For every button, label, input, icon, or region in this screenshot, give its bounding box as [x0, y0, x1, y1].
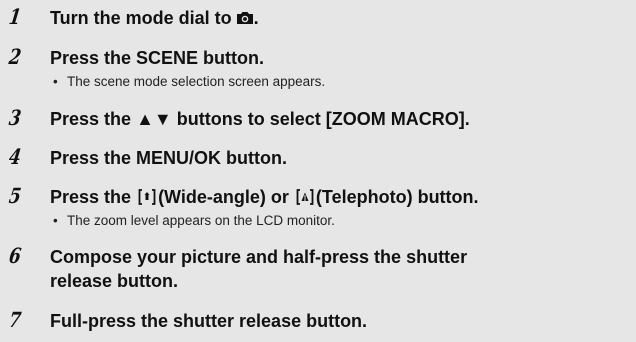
step-number: 7 [7, 307, 23, 332]
step-note: • The scene mode selection screen appears… [53, 74, 326, 89]
step-text: Press the MENU/OK button. [50, 148, 288, 168]
step-number: 3 [7, 105, 23, 130]
step-text: Full-press the shutter release button. [50, 311, 368, 331]
step-number: 1 [7, 4, 23, 29]
up-down-arrows-icon: ▲▼ [136, 109, 172, 129]
bullet-icon: • [53, 213, 58, 228]
step-number: 2 [7, 44, 23, 69]
telephoto-icon [296, 189, 314, 205]
wide-angle-icon [138, 189, 156, 205]
step-text: Press the ▲▼ buttons to select [ZOOM MAC… [50, 109, 470, 129]
step-text: Compose your picture and half-press the … [50, 247, 468, 291]
step-text: Press the (Wide-angle) or (Telephoto) bu… [50, 187, 479, 207]
step-number: 5 [7, 183, 23, 208]
step-note: • The zoom level appears on the LCD monit… [53, 213, 335, 228]
step-text: Turn the mode dial to. [50, 8, 259, 28]
step-number: 4 [7, 144, 23, 169]
camera-icon [236, 11, 254, 25]
bullet-icon: • [53, 74, 58, 89]
step-text: Press the SCENE button. [50, 48, 265, 68]
step-number: 6 [7, 243, 23, 268]
